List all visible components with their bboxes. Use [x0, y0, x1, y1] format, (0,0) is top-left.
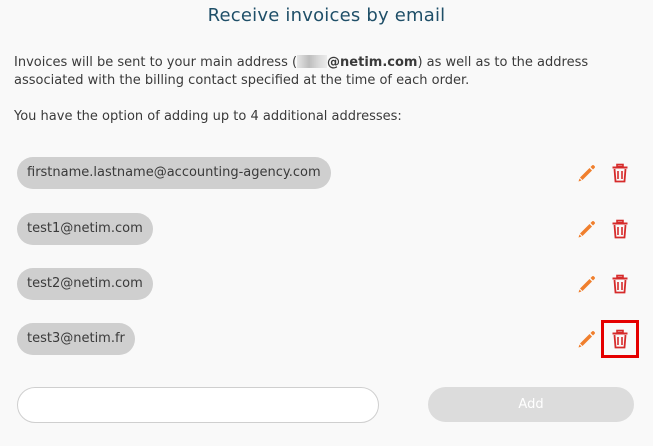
trash-icon[interactable] [610, 219, 630, 239]
new-address-input[interactable] [17, 387, 379, 423]
intro-text: Invoices will be sent to your main addre… [14, 54, 639, 90]
address-pill: test3@netim.fr [17, 323, 135, 355]
address-row: test1@netim.com [17, 213, 637, 245]
page-title: Receive invoices by email [207, 5, 446, 26]
trash-icon[interactable] [601, 320, 639, 358]
trash-icon[interactable] [610, 163, 630, 183]
address-row: test2@netim.com [17, 268, 637, 300]
address-pill: firstname.lastname@accounting-agency.com [17, 157, 331, 189]
intro-before: Invoices will be sent to your main addre… [14, 55, 298, 70]
pencil-icon[interactable] [577, 274, 597, 294]
additional-addresses-note: You have the option of adding up to 4 ad… [14, 109, 402, 124]
add-button[interactable]: Add [428, 387, 634, 422]
address-pill: test1@netim.com [17, 213, 153, 245]
pencil-icon[interactable] [577, 163, 597, 183]
pencil-icon[interactable] [577, 219, 597, 239]
address-row: test3@netim.fr [17, 320, 639, 358]
trash-icon[interactable] [610, 274, 630, 294]
redacted-email-user [297, 55, 328, 68]
main-address-domain: @netim.com [327, 55, 418, 70]
address-pill: test2@netim.com [17, 268, 153, 300]
pencil-icon[interactable] [577, 329, 597, 349]
address-row: firstname.lastname@accounting-agency.com [17, 157, 637, 189]
